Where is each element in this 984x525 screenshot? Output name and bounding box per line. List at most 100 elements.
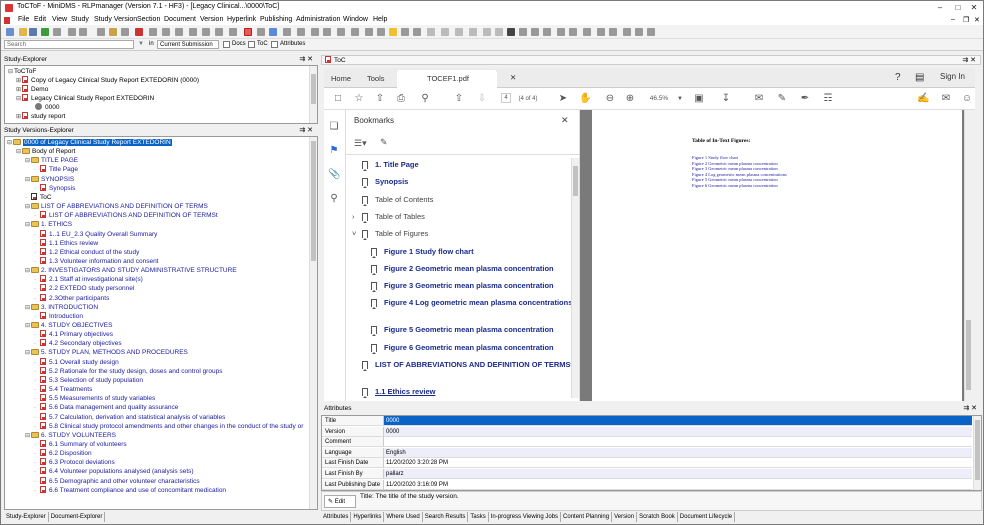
tool-icon-y[interactable] xyxy=(583,28,591,36)
version-tree-row[interactable]: ⊟ 0000 of Legacy Clinical Study Report EX… xyxy=(7,138,172,147)
attributes-checkbox[interactable] xyxy=(271,41,278,48)
tab-tasks[interactable]: Tasks xyxy=(468,512,489,522)
select-cursor-icon[interactable]: ➤ xyxy=(557,93,569,105)
version-tree-row[interactable]: · 5.6 Data management and quality assuran… xyxy=(34,403,178,412)
scroll-thumb[interactable] xyxy=(975,420,980,480)
tab-home[interactable]: Home xyxy=(331,74,351,83)
menu-help[interactable]: Help xyxy=(373,16,387,23)
help-icon[interactable]: ? xyxy=(895,72,901,83)
menu-section[interactable]: Section xyxy=(137,16,160,23)
bookmark-item[interactable]: LIST OF ABBREVIATIONS AND DEFINITION OF … xyxy=(375,360,575,370)
scroll-thumb[interactable] xyxy=(311,141,316,261)
document-icon[interactable] xyxy=(135,28,143,36)
version-tree-row[interactable]: · 6.5 Demographic and other volunteer cha… xyxy=(34,476,200,486)
bookmark-item[interactable]: Figure 4 Log geometric mean plasma conce… xyxy=(384,298,575,308)
version-tree-row[interactable]: · 6.3 Protocol deviations xyxy=(34,458,115,467)
menu-view[interactable]: View xyxy=(52,16,67,23)
tab-document-lifecycle[interactable]: Document Lifecycle xyxy=(678,512,736,522)
tool-icon-i[interactable] xyxy=(269,28,277,36)
attribute-value[interactable] xyxy=(384,437,972,448)
tool-icon-p[interactable] xyxy=(365,28,373,36)
zoom-in-icon[interactable]: ⊕ xyxy=(624,93,636,105)
version-tree-row[interactable]: · Title Page xyxy=(34,165,78,174)
version-tree-row[interactable]: · 5.1 Overall study design xyxy=(34,357,119,367)
fit-page-icon[interactable]: ▣ xyxy=(693,93,705,105)
zoom-dropdown-icon[interactable]: ▼ xyxy=(674,93,686,105)
version-tree-row[interactable]: · 1.3 Volunteer information and consent xyxy=(34,256,159,266)
tool-icon-n[interactable] xyxy=(337,28,345,36)
pdf-canvas[interactable]: Table of In-Text Figures: Figure 1 Study… xyxy=(580,110,972,401)
bookmark-item[interactable]: Figure 5 Geometric mean plasma concentra… xyxy=(384,325,575,335)
comment-icon[interactable]: ✉ xyxy=(753,93,765,105)
version-tree-row[interactable]: · 6.4 Volunteer populations analysed (ana… xyxy=(34,467,194,476)
attribute-row[interactable]: Comment xyxy=(322,437,972,448)
window-controls-icon[interactable]: ⇉ ✕ xyxy=(962,56,976,66)
tool-icon-zc[interactable] xyxy=(635,28,643,36)
tab-version[interactable]: Version xyxy=(612,512,638,522)
tab-close-icon[interactable]: ✕ xyxy=(510,73,516,82)
attribute-value[interactable]: pallarz xyxy=(384,469,972,479)
version-tree-row[interactable]: · 1.1 Ethics review xyxy=(34,238,98,248)
tree-item-copy-legacy[interactable]: ⊞ Copy of Legacy Clinical Study Report EX… xyxy=(16,76,199,85)
scroll-thumb[interactable] xyxy=(573,166,578,196)
tab-study-explorer[interactable]: Study-Explorer xyxy=(4,512,49,522)
bookmark-item[interactable]: Figure 1 Study flow chart xyxy=(384,247,575,257)
version-tree-row[interactable]: · 6.6 Treatment compliance and use of con… xyxy=(34,485,226,495)
versions-explorer-scrollbar[interactable] xyxy=(309,137,317,509)
version-tree-row[interactable]: ⊟ 3. INTRODUCTION xyxy=(25,303,98,312)
folder-icon[interactable] xyxy=(109,28,117,36)
menu-study[interactable]: Study xyxy=(71,16,89,23)
toc-figure-line[interactable]: Figure 4 Log geometric mean plasma conce… xyxy=(692,172,787,177)
version-tree-row[interactable]: · 2.1 Staff at investigational site(s) xyxy=(34,275,143,284)
link-icon-e[interactable] xyxy=(483,28,491,36)
highlight-icon[interactable] xyxy=(389,28,397,36)
bookmark-item[interactable]: 1. Title Page xyxy=(375,160,575,170)
page-down-icon[interactable]: ⇩ xyxy=(476,93,488,105)
refresh-icon[interactable] xyxy=(41,28,49,36)
tab-tools[interactable]: Tools xyxy=(367,74,385,83)
create-icon[interactable]: □ xyxy=(332,93,344,105)
mdi-minimize-icon[interactable]: – xyxy=(951,16,955,23)
version-tree-row[interactable]: · 5.8 Clinical study protocol amendments … xyxy=(34,421,303,431)
version-tree-row[interactable]: · 1.2 Ethical conduct of the study xyxy=(34,247,139,257)
bookmarks-icon[interactable]: ⚑ xyxy=(328,145,340,157)
version-tree-row[interactable]: ⊟ 2. INVESTIGATORS AND STUDY ADMINISTRATI… xyxy=(25,266,237,275)
tree-item-toctof[interactable]: ⊟ToCToF xyxy=(8,67,36,76)
toc-figure-line[interactable]: Figure 3 Geometric mean plasma concentra… xyxy=(692,166,778,171)
tool-icon-k[interactable] xyxy=(297,28,305,36)
tool-icon-w[interactable] xyxy=(557,28,565,36)
highlight-icon[interactable]: ✒ xyxy=(799,93,811,105)
version-icon[interactable] xyxy=(121,28,129,36)
mdi-restore-icon[interactable]: ❐ xyxy=(963,16,969,24)
attachments-icon[interactable]: 📎 xyxy=(328,169,340,181)
tool-icon-zd[interactable] xyxy=(647,28,655,36)
bookmark-item[interactable]: Figure 2 Geometric mean plasma concentra… xyxy=(384,264,575,274)
version-tree-row[interactable]: · 5.5 Measurements of study variables xyxy=(34,394,155,403)
version-tree-row[interactable]: · 2.2 EXTEDO study personnel xyxy=(34,284,134,293)
page-number-input[interactable]: 4 xyxy=(501,93,511,103)
tool-icon-f[interactable] xyxy=(215,28,223,36)
tool-icon-u[interactable] xyxy=(531,28,539,36)
scroll-thumb[interactable] xyxy=(966,320,971,390)
tab-where-used[interactable]: Where Used xyxy=(384,512,423,522)
tool-icon-a[interactable] xyxy=(149,28,157,36)
study-explorer-scrollbar[interactable] xyxy=(309,66,317,123)
tool-icon-z[interactable] xyxy=(597,28,605,36)
tool-icon-g[interactable] xyxy=(229,28,237,36)
tree-item-legacy[interactable]: ⊟ Legacy Clinical Study Report EXTEDORIN xyxy=(16,94,154,103)
attribute-row[interactable]: Last Finish By pallarz xyxy=(322,469,972,479)
doc-menu-icon[interactable] xyxy=(4,17,10,24)
help-icon[interactable] xyxy=(507,28,515,36)
bookmark-item[interactable]: Table of Contents xyxy=(375,195,575,205)
toc-figure-line[interactable]: Figure 6 Geometric mean plasma concentra… xyxy=(692,183,778,188)
menu-publishing[interactable]: Publishing xyxy=(260,16,292,23)
link-icon-c[interactable] xyxy=(455,28,463,36)
attribute-row[interactable]: Language English xyxy=(322,447,972,458)
attribute-value[interactable]: 11/20/2020 3:20:28 PM xyxy=(384,458,972,469)
pin-icon[interactable]: ⇉ ✕ xyxy=(299,126,313,136)
tool-icon-q[interactable] xyxy=(377,28,385,36)
version-tree-row[interactable]: · 4.1 Primary objectives xyxy=(34,330,113,339)
bookmark-item[interactable]: 1.1 Ethics review xyxy=(375,387,575,397)
tool-icon-c[interactable] xyxy=(175,28,183,36)
bookmark-options-icon[interactable]: ☰▾ xyxy=(354,138,367,149)
